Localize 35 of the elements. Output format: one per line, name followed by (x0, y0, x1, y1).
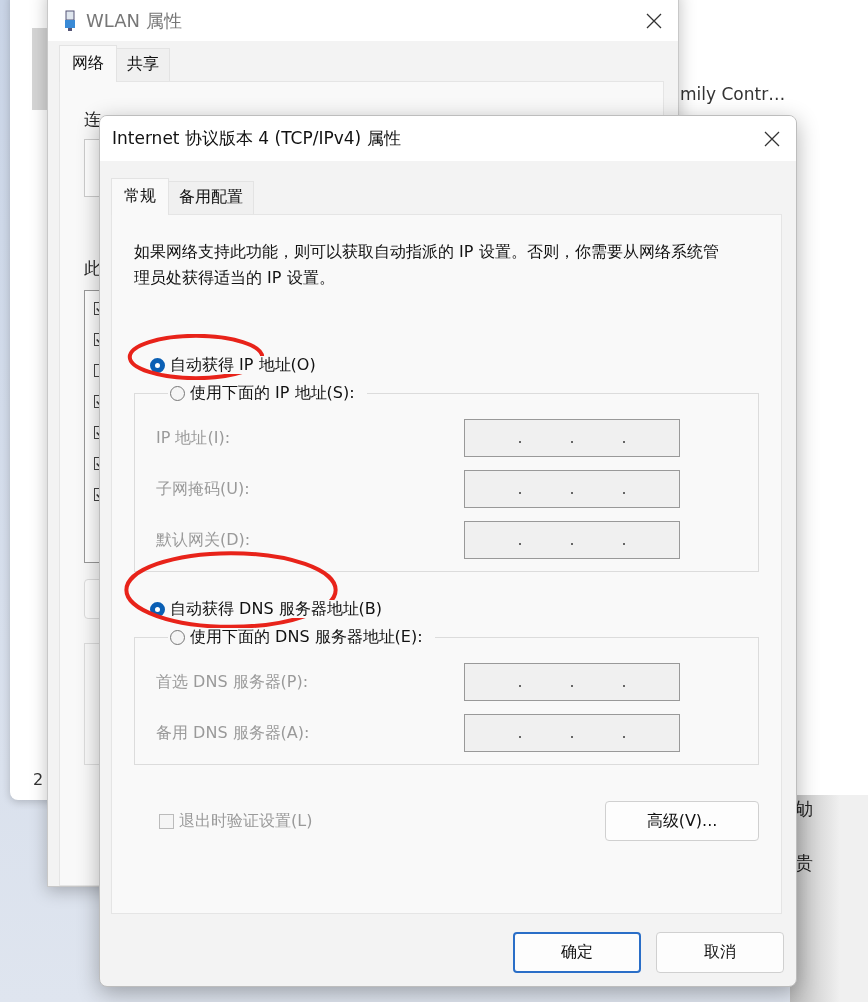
radio-label[interactable]: 使用下面的 DNS 服务器地址(E): (190, 628, 423, 646)
radio-button[interactable] (150, 357, 165, 373)
menu-text: 贵 (795, 851, 814, 875)
field-label: 备用 DNS 服务器(A): (156, 722, 310, 744)
menu-text: 劬 (795, 797, 814, 821)
ip-address-field[interactable] (464, 470, 680, 508)
field-label: 子网掩码(U): (156, 478, 250, 500)
tab[interactable]: 网络 (59, 45, 117, 82)
ip-address-field[interactable] (464, 419, 680, 457)
network-adapter-icon (64, 10, 76, 32)
ok-button[interactable]: 确定 (513, 932, 641, 973)
close-icon[interactable] (764, 130, 780, 147)
field-label: 首选 DNS 服务器(P): (156, 671, 309, 693)
window-title: Internet 协议版本 4 (TCP/IPv4) 属性 (112, 127, 401, 150)
radio-label[interactable]: 自动获得 IP 地址(O) (170, 356, 316, 374)
ip-address-field[interactable] (464, 714, 680, 752)
close-icon[interactable] (646, 13, 662, 29)
radio-label[interactable]: 自动获得 DNS 服务器地址(B) (170, 600, 383, 618)
ip-address-field[interactable] (464, 521, 680, 559)
window-text: mily Contr… (680, 84, 786, 104)
radio-button[interactable] (170, 629, 185, 645)
radio-button[interactable] (170, 385, 185, 401)
section-label: 连 (84, 108, 101, 131)
tab[interactable]: 备用配置 (168, 181, 254, 214)
tab[interactable]: 常规 (111, 178, 169, 215)
field-label: 默认网关(D): (156, 529, 251, 551)
radio-label[interactable]: 使用下面的 IP 地址(S): (190, 384, 355, 402)
window-title: WLAN 属性 (86, 9, 182, 33)
advanced-button[interactable]: 高级(V)... (605, 801, 759, 841)
tab[interactable]: 共享 (116, 48, 170, 81)
cancel-button[interactable]: 取消 (656, 932, 784, 973)
ip-address-field[interactable] (464, 663, 680, 701)
field-label: IP 地址(I): (156, 427, 231, 449)
description-text: 如果网络支持此功能，则可以获取自动指派的 IP 设置。否则，你需要从网络系统管理员处获得适当的 IP 设置。 (134, 241, 719, 289)
page-number: 2 (33, 770, 44, 789)
